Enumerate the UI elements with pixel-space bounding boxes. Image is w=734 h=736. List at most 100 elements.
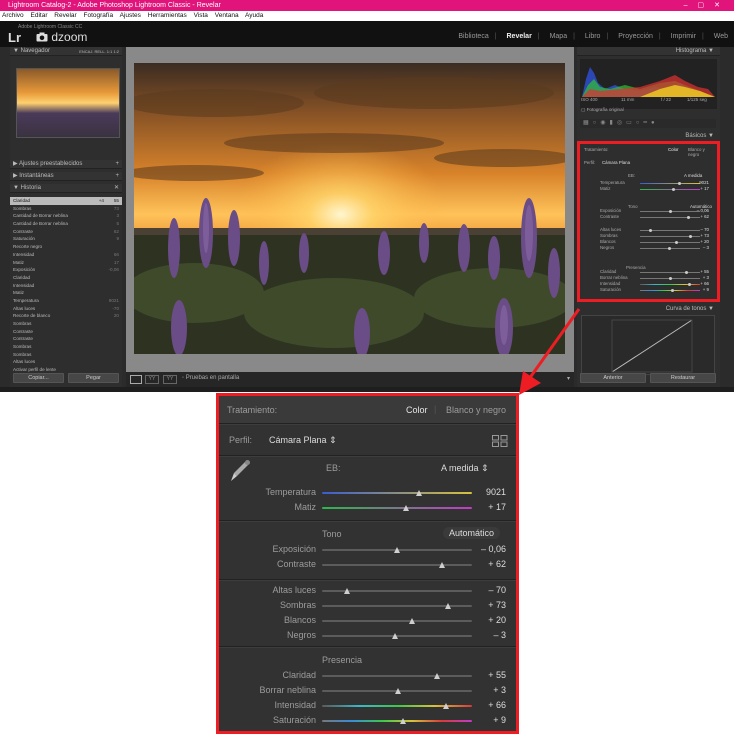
mini-temperature-slider[interactable] (640, 183, 700, 184)
module-proyeccion[interactable]: Proyección (618, 33, 653, 40)
history-item[interactable]: Intensidad (10, 282, 122, 290)
blacks-slider-handle[interactable] (392, 633, 398, 639)
history-item[interactable]: Exposición -0,06 (10, 266, 122, 274)
mini-wb-value[interactable]: A medida (684, 173, 702, 178)
dehaze-value[interactable]: + 3 (493, 685, 506, 695)
mini-whites-handle[interactable] (674, 241, 678, 244)
mini-exposure-handle[interactable] (668, 210, 672, 213)
tool-strip[interactable]: ▦○◉▮◎▭○━● (580, 119, 716, 128)
history-item[interactable]: Intensidad 66 (10, 251, 122, 259)
menu-editar[interactable]: Editar (31, 12, 48, 19)
soft-proof-toggle[interactable]: ◦ Pruebas en pantalla (182, 375, 239, 381)
contrast-slider[interactable] (322, 564, 472, 566)
mini-vibrance-handle[interactable] (688, 283, 692, 286)
whites-slider-handle[interactable] (408, 618, 415, 624)
mini-contrast-handle[interactable] (686, 216, 690, 219)
navigator-header[interactable]: ▼ Navegador ENCAJ. RELL. 1:1 1:2 (10, 47, 122, 56)
mini-whites-slider[interactable] (640, 242, 700, 243)
profile-dropdown[interactable]: Cámara Plana ⇕ (269, 435, 337, 446)
menu-revelar[interactable]: Revelar (54, 12, 76, 19)
profile-browser-icon[interactable] (492, 435, 508, 447)
navigator-thumbnail[interactable] (16, 68, 120, 138)
menu-ajustes[interactable]: Ajustes (120, 12, 141, 19)
exposure-slider-handle[interactable] (393, 547, 400, 553)
exposure-value[interactable]: – 0,06 (481, 544, 506, 554)
snapshots-section[interactable]: ▶ Instantáneas + (10, 172, 122, 181)
navigator-zoom-options[interactable]: ENCAJ. RELL. 1:1 1:2 (79, 47, 119, 56)
presets-section[interactable]: ▶ Ajustes preestablecidos + (10, 160, 122, 169)
menu-fotografia[interactable]: Fotografía (84, 12, 114, 19)
vibrance-slider[interactable] (322, 705, 472, 707)
history-item[interactable]: Matiz (10, 289, 122, 297)
eyedropper-icon[interactable] (229, 459, 251, 485)
highlights-slider-handle[interactable] (344, 588, 350, 594)
wb-dropdown[interactable]: A medida ⇕ (441, 463, 489, 474)
tint-value[interactable]: + 17 (488, 502, 506, 512)
history-item[interactable]: Claridad (10, 274, 122, 282)
mini-treatment-bw[interactable]: Blanco y negro (688, 147, 717, 157)
copy-button[interactable]: Copiar... (13, 373, 64, 383)
shadows-slider-handle[interactable] (444, 603, 451, 609)
mini-clarity-handle[interactable] (684, 271, 688, 274)
history-item[interactable]: Recorte de blanco 20 (10, 312, 122, 320)
menu-ayuda[interactable]: Ayuda (245, 12, 263, 19)
module-web[interactable]: Web (714, 33, 728, 40)
whites-value[interactable]: + 20 (488, 615, 506, 625)
mini-blacks-handle[interactable] (667, 247, 671, 250)
module-imprimir[interactable]: Imprimir (671, 33, 696, 40)
mini-profile-value[interactable]: Cámara Plana (602, 160, 630, 165)
mini-temperature-handle[interactable] (677, 182, 681, 185)
mini-highlights-handle[interactable] (648, 229, 652, 232)
saturation-value[interactable]: + 9 (493, 715, 506, 725)
mini-clarity-slider[interactable] (640, 272, 700, 273)
mini-treatment-color[interactable]: Color (668, 147, 679, 152)
mini-saturation-handle[interactable] (670, 289, 674, 292)
mini-contrast-slider[interactable] (640, 217, 700, 218)
history-item[interactable]: Sombras (10, 320, 122, 328)
tone-curve[interactable] (581, 315, 715, 375)
treatment-color-option[interactable]: Color (406, 405, 428, 415)
vibrance-slider-handle[interactable] (443, 703, 449, 709)
menu-ventana[interactable]: Ventana (215, 12, 239, 19)
contrast-slider-handle[interactable] (438, 562, 445, 568)
tint-slider[interactable] (322, 507, 472, 509)
mini-dehaze-handle[interactable] (669, 277, 673, 280)
before-after-icon[interactable]: YY (145, 375, 159, 384)
history-item[interactable]: Altas luces -70 (10, 305, 122, 313)
module-libro[interactable]: Libro (585, 33, 601, 40)
history-item[interactable]: Cantidad de Borrar neblina 5 (10, 220, 122, 228)
history-item[interactable]: Contraste (10, 335, 122, 343)
reset-button[interactable]: Restaurar (650, 373, 716, 383)
blacks-value[interactable]: – 3 (493, 630, 506, 640)
highlights-value[interactable]: – 70 (488, 585, 506, 595)
mini-tint-slider[interactable] (640, 189, 700, 190)
saturation-slider[interactable] (322, 720, 472, 722)
previous-button[interactable]: Anterior (580, 373, 646, 383)
clarity-value[interactable]: + 55 (488, 670, 506, 680)
whites-slider[interactable] (322, 620, 472, 622)
auto-tone-button[interactable]: Automático (443, 527, 501, 539)
history-item[interactable]: Contraste 62 (10, 228, 122, 236)
histogram-header[interactable]: Histograma ▼ (577, 47, 720, 56)
shadows-value[interactable]: + 73 (488, 600, 506, 610)
clarity-slider[interactable] (322, 675, 472, 677)
tone-curve-header[interactable]: Curva de tonos ▼ (577, 306, 720, 312)
mini-shadows-handle[interactable] (688, 235, 692, 238)
module-mapa[interactable]: Mapa (550, 33, 568, 40)
clarity-slider-handle[interactable] (434, 673, 440, 679)
menu-herramientas[interactable]: Herramientas (148, 12, 187, 19)
history-item[interactable]: Altas luces (10, 358, 122, 366)
contrast-value[interactable]: + 62 (488, 559, 506, 569)
history-item[interactable]: Temperatura 9021 (10, 297, 122, 305)
mini-tint-handle[interactable] (672, 188, 676, 191)
history-item[interactable]: Sombras (10, 351, 122, 359)
history-item[interactable]: Claridad +4 55 (10, 197, 122, 205)
loupe-view-icon[interactable] (130, 375, 142, 384)
saturation-slider-handle[interactable] (399, 718, 406, 724)
history-item[interactable]: Sombras 73 (10, 205, 122, 213)
module-revelar[interactable]: Revelar (507, 33, 532, 40)
temperature-slider-handle[interactable] (416, 490, 422, 496)
menu-vista[interactable]: Vista (194, 12, 208, 19)
basic-header[interactable]: Básicos ▼ (577, 133, 720, 139)
before-after-split-icon[interactable]: YY (163, 375, 177, 384)
